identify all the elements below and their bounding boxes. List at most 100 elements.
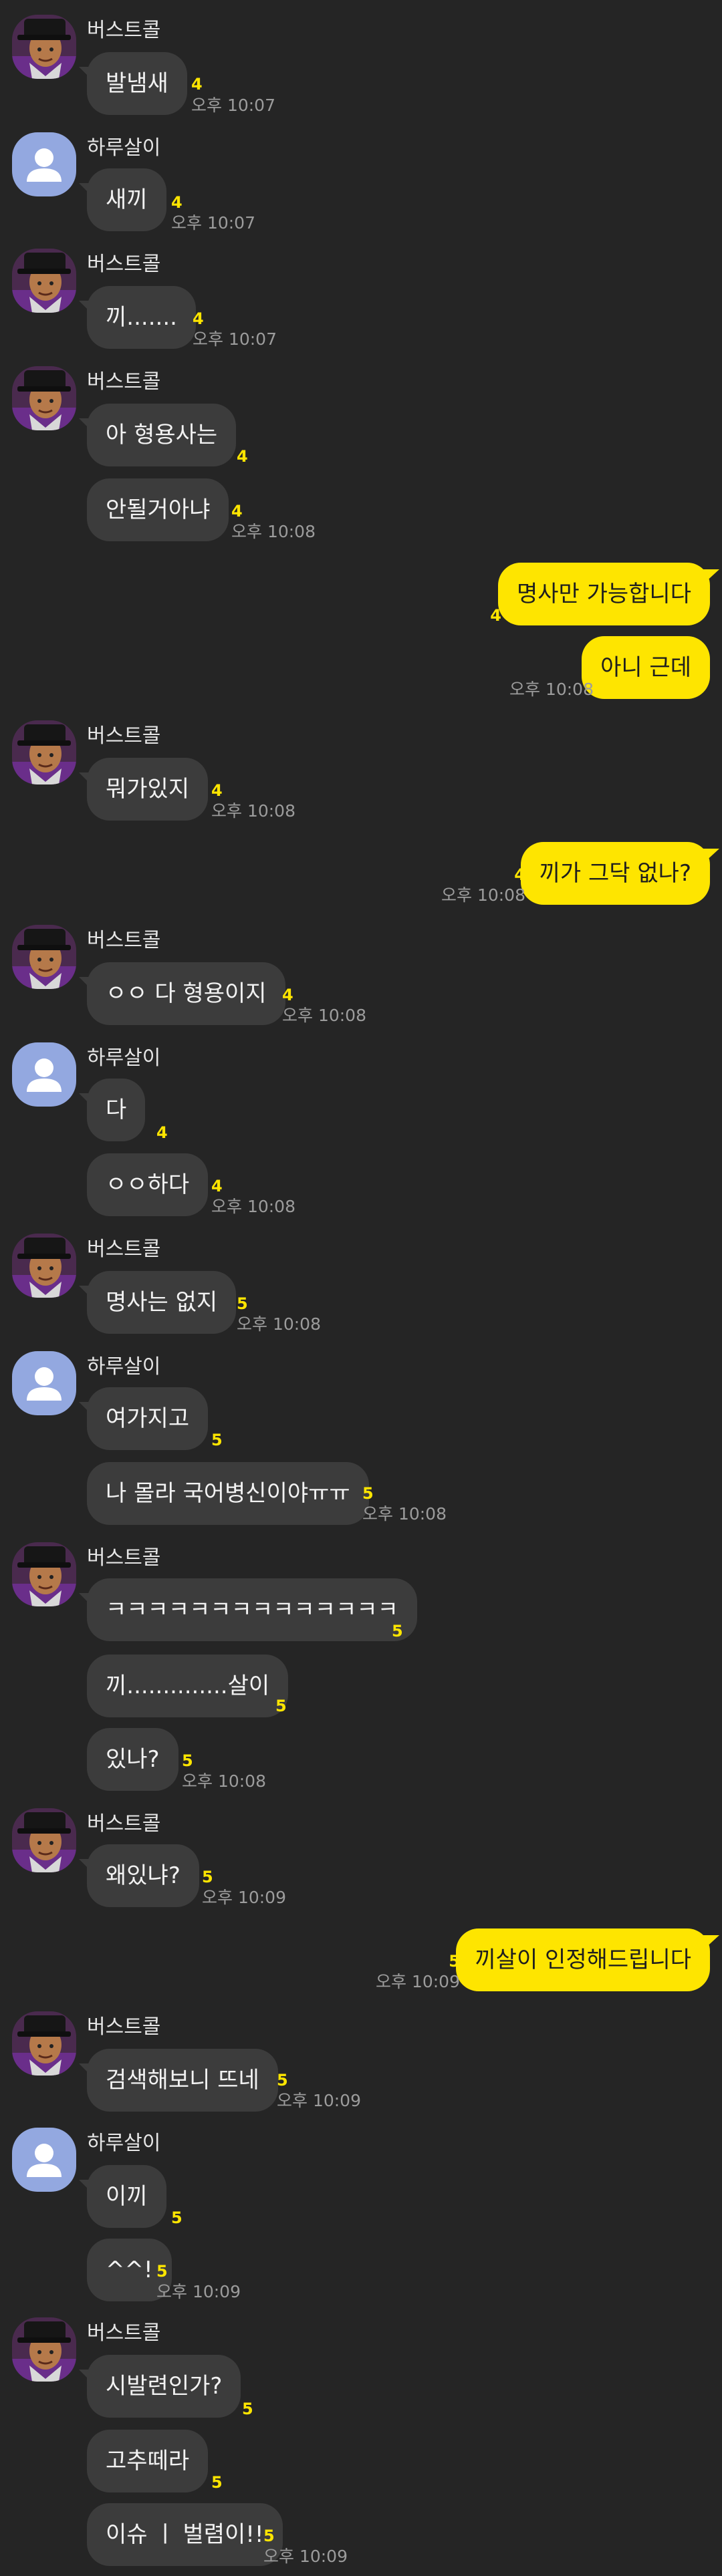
unread-count: 4 xyxy=(191,75,203,94)
unread-count: 5 xyxy=(182,1751,193,1770)
message-time: 오후 10:09 xyxy=(156,2282,241,2301)
sender-name: 버스트콜 xyxy=(87,929,161,952)
profile-avatar-buster[interactable] xyxy=(12,1808,76,1872)
unread-count: 5 xyxy=(156,2262,168,2281)
profile-avatar-buster[interactable] xyxy=(12,2317,76,2382)
message-bubble[interactable]: 끼....... xyxy=(79,286,196,349)
message-bubble[interactable]: 아 형용사는 xyxy=(79,404,237,466)
bubble-tail xyxy=(79,1402,94,1417)
message-bubble[interactable]: 다 xyxy=(79,1079,146,1141)
unread-count: 4 xyxy=(156,1123,168,1142)
message-bubble[interactable]: 검색해보니 뜨네 xyxy=(79,2049,278,2112)
message-time: 오후 10:08 xyxy=(211,1197,295,1216)
profile-avatar-buster[interactable] xyxy=(12,15,76,79)
message-text: ㅇㅇ하다 xyxy=(106,1171,190,1198)
unread-count: 5 xyxy=(362,1484,374,1503)
unread-count: 4 xyxy=(582,660,594,678)
bubble-tail xyxy=(79,301,94,315)
sender-name: 버스트콜 xyxy=(87,19,161,42)
profile-avatar-buster[interactable] xyxy=(12,249,76,313)
unread-count: 4 xyxy=(211,781,223,800)
bubble-tail xyxy=(79,1286,94,1300)
message-bubble[interactable]: 시발련인가? xyxy=(79,2355,241,2418)
message-text: 다 xyxy=(106,1097,127,1123)
bubble-tail xyxy=(703,849,719,863)
message-bubble[interactable]: 왜있냐? xyxy=(79,1844,199,1907)
bubble-tail xyxy=(79,1859,94,1874)
bubble-tail xyxy=(703,1935,719,1950)
unread-count: 4 xyxy=(490,606,501,625)
message-bubble[interactable]: 이끼 xyxy=(79,2165,166,2228)
message-text: 뭐가있지 xyxy=(106,776,190,803)
unread-count: 5 xyxy=(449,1952,460,1971)
message-time: 오후 10:09 xyxy=(376,1972,460,1991)
unread-count: 4 xyxy=(193,309,204,328)
message-bubble[interactable]: 뭐가있지 xyxy=(79,758,209,821)
message-text: 안될거아냐 xyxy=(106,496,211,523)
message-time: 오후 10:07 xyxy=(193,329,277,349)
bubble-tail xyxy=(79,2063,94,2078)
chat-room[interactable]: 버스트콜 발냄새 4 오후 10:07 하루살이 새끼 4 오후 10:07 버… xyxy=(0,0,722,2576)
unread-count: 5 xyxy=(237,1294,248,1313)
sender-name: 하루살이 xyxy=(87,1355,161,1379)
profile-avatar-buster[interactable] xyxy=(12,2011,76,2076)
message-bubble[interactable]: 있나? xyxy=(87,1728,178,1791)
message-text: 고추떼라 xyxy=(106,2448,190,2474)
sender-name: 버스트콜 xyxy=(87,1812,161,1836)
message-bubble[interactable]: 이슈 ㅣ 벌렴이!! xyxy=(87,2503,283,2566)
message-text: 끼....... xyxy=(106,304,177,331)
profile-avatar-buster[interactable] xyxy=(12,720,76,784)
message-time: 오후 10:09 xyxy=(263,2547,348,2566)
profile-avatar-buster[interactable] xyxy=(12,1542,76,1606)
message-text: 이슈 ㅣ 벌렴이!! xyxy=(106,2521,264,2548)
my-message-bubble[interactable]: 끼가 그닥 없나? xyxy=(520,842,719,905)
bubble-tail xyxy=(703,569,719,584)
message-text: 이끼 xyxy=(106,2183,148,2210)
sender-name: 하루살이 xyxy=(87,136,161,160)
profile-avatar-harusari[interactable] xyxy=(12,132,76,196)
unread-count: 5 xyxy=(392,1622,403,1640)
message-bubble[interactable]: ㅇㅇ하다 xyxy=(87,1153,209,1216)
profile-avatar-buster[interactable] xyxy=(12,366,76,430)
message-bubble[interactable]: 안될거아냐 xyxy=(87,478,229,541)
message-time: 오후 10:08 xyxy=(182,1771,266,1791)
unread-count: 4 xyxy=(514,865,525,884)
message-bubble[interactable]: 발냄새 xyxy=(79,52,187,115)
profile-avatar-buster[interactable] xyxy=(12,925,76,989)
message-bubble[interactable]: ㅇㅇ 다 형용이지 xyxy=(79,962,285,1025)
message-text: 아 형용사는 xyxy=(106,422,218,448)
message-bubble[interactable]: 끼..............살이 xyxy=(87,1655,289,1717)
profile-avatar-buster[interactable] xyxy=(12,1234,76,1298)
message-text: 명사는 없지 xyxy=(106,1289,218,1316)
message-time: 오후 10:08 xyxy=(362,1504,447,1524)
sender-name: 버스트콜 xyxy=(87,1546,161,1570)
message-time: 오후 10:08 xyxy=(282,1006,366,1025)
unread-count: 4 xyxy=(231,502,243,521)
unread-count: 4 xyxy=(282,986,293,1004)
bubble-tail xyxy=(79,1093,94,1108)
message-bubble[interactable]: 여가지고 xyxy=(79,1387,209,1450)
message-bubble[interactable]: 새끼 xyxy=(79,168,166,231)
profile-avatar-harusari[interactable] xyxy=(12,1042,76,1107)
message-bubble[interactable]: 명사는 없지 xyxy=(79,1271,237,1334)
message-text: ^^! xyxy=(106,2257,153,2283)
message-time: 오후 10:08 xyxy=(211,801,295,821)
sender-name: 버스트콜 xyxy=(87,370,161,394)
bubble-tail xyxy=(79,977,94,992)
bubble-tail xyxy=(79,418,94,433)
profile-avatar-harusari[interactable] xyxy=(12,1351,76,1415)
my-message-bubble[interactable]: 명사만 가능합니다 xyxy=(497,563,719,625)
message-text: 시발련인가? xyxy=(106,2373,223,2400)
message-time: 오후 10:09 xyxy=(202,1888,286,1907)
message-bubble[interactable]: 고추떼라 xyxy=(87,2430,209,2492)
message-time: 오후 10:08 xyxy=(237,1314,321,1334)
message-text: 끼가 그닥 없나? xyxy=(539,860,691,887)
profile-avatar-harusari[interactable] xyxy=(12,2128,76,2192)
my-message-bubble[interactable]: 끼살이 인정해드립니다 xyxy=(456,1928,719,1991)
bubble-tail xyxy=(79,1593,94,1608)
message-bubble[interactable]: 나 몰라 국어병신이야ㅠㅠ xyxy=(87,1462,369,1525)
my-message-bubble[interactable]: 아니 근데 xyxy=(582,636,710,699)
unread-count: 5 xyxy=(277,2071,288,2090)
message-bubble[interactable]: ㅋㅋㅋㅋㅋㅋㅋㅋㅋㅋㅋㅋㅋㅋ xyxy=(79,1578,417,1641)
bubble-tail xyxy=(79,2370,94,2384)
